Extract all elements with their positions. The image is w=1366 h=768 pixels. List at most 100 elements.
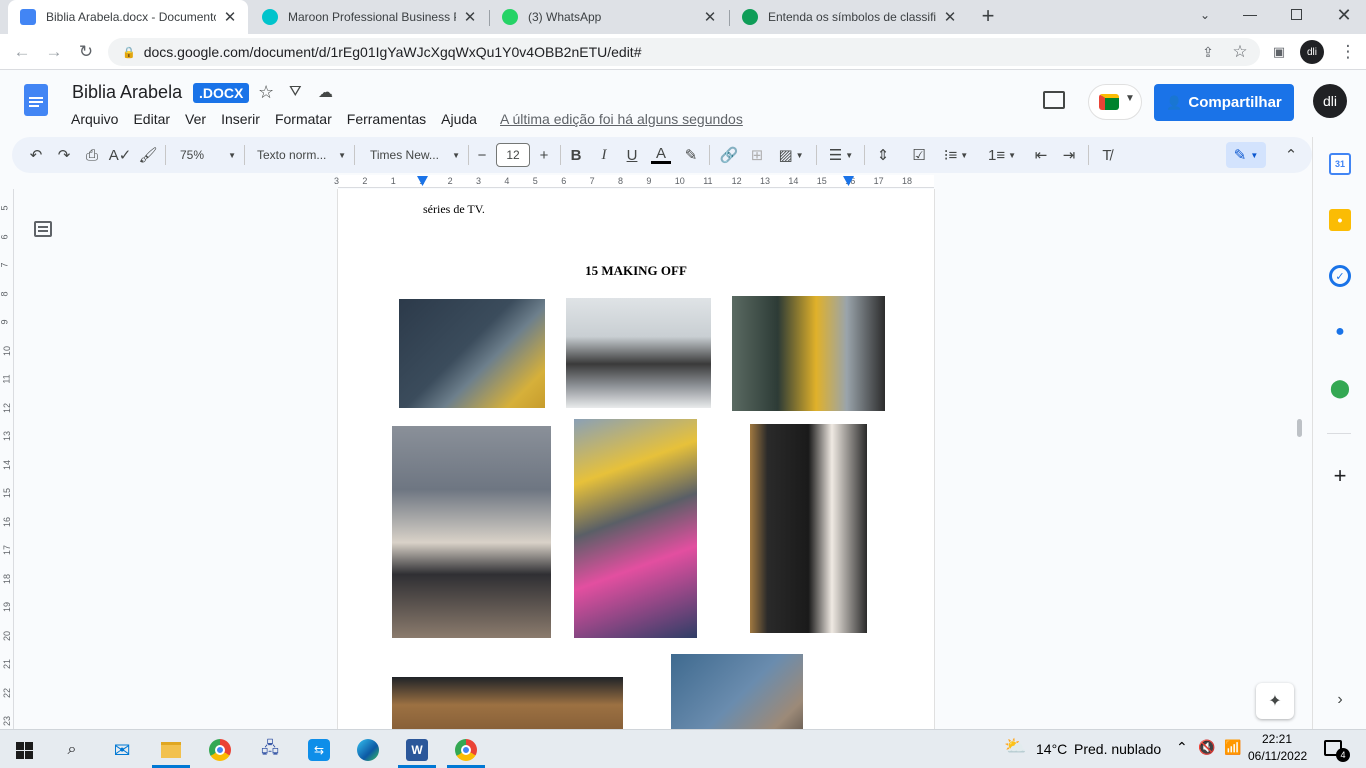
menu-ver[interactable]: Ver [185,111,206,127]
chrome-icon[interactable] [206,736,234,764]
new-tab-button[interactable]: + [976,4,1000,30]
spellcheck-icon[interactable]: A✓ [108,143,132,167]
collapse-menus-icon[interactable]: ⌃ [1280,143,1302,167]
style-select[interactable]: Texto norm... ▼ [252,143,346,167]
tab-classificacao[interactable]: Entenda os símbolos de classifica ✕ [730,0,968,34]
move-to-drive-icon[interactable]: ⛛ [289,83,302,100]
close-window-icon[interactable]: ✕ [1334,5,1354,25]
highlight-icon[interactable]: ✎ [680,143,702,167]
weather-temp[interactable]: 14°C [1036,741,1067,757]
url-field[interactable]: 🔒 docs.google.com/document/d/1rEg01IgYaW… [108,38,1260,66]
bulleted-list-icon[interactable]: ⁝≡ ▼ [938,143,974,167]
calendar-icon[interactable]: 31 [1329,153,1351,175]
volume-muted-icon[interactable]: 🔇 [1198,739,1215,756]
star-icon[interactable]: ☆ [258,82,274,103]
teamviewer-icon[interactable]: ⇆ [305,736,333,764]
document-title[interactable]: Biblia Arabela [72,82,182,103]
image-icon[interactable]: ▨ ▼ [774,143,808,167]
share-page-icon[interactable]: ⇪ [1196,40,1220,64]
increase-font-size-icon[interactable]: + [534,143,554,167]
comments-icon[interactable] [1043,91,1065,109]
clear-formatting-icon[interactable]: T̸ [1096,143,1118,167]
windows-start-icon[interactable] [10,736,38,764]
close-tab-icon[interactable]: ✕ [942,8,958,26]
align-icon[interactable]: ☰ ▼ [824,143,858,167]
contacts-icon[interactable]: ● [1329,321,1351,343]
tray-chevron-icon[interactable]: ⌃ [1176,739,1188,756]
photo-bags[interactable] [392,677,623,729]
tab-docs[interactable]: Biblia Arabela.docx - Documento ✕ [8,0,248,34]
menu-ajuda[interactable]: Ajuda [441,111,477,127]
reload-icon[interactable]: ↻ [74,40,98,64]
numbered-list-icon[interactable]: 1≡ ▼ [984,143,1020,167]
menu-ferramentas[interactable]: Ferramentas [347,111,426,127]
edge-icon[interactable] [354,736,382,764]
editing-mode-button[interactable]: ✎ ▼ [1226,142,1266,168]
menu-arquivo[interactable]: Arquivo [71,111,118,127]
redo-icon[interactable]: ↷ [52,143,76,167]
tab-search-icon[interactable]: ⌄ [1196,8,1214,26]
underline-icon[interactable]: U [622,143,642,167]
search-icon[interactable]: ⌕ [58,736,86,764]
weather-icon[interactable]: ⛅ [1004,736,1026,757]
minimize-icon[interactable] [1243,15,1257,16]
forward-icon[interactable]: → [42,40,66,64]
italic-icon[interactable]: I [594,143,614,167]
bold-icon[interactable]: B [566,143,586,167]
line-spacing-icon[interactable]: ⇕ [872,143,894,167]
outline-icon[interactable] [34,221,52,237]
restore-icon[interactable] [1291,9,1302,20]
link-icon[interactable]: 🔗 [718,143,740,167]
meet-button[interactable]: ▼ [1088,84,1142,120]
close-tab-icon[interactable]: ✕ [222,8,238,26]
tab-canva[interactable]: Maroon Professional Business Pa ✕ [250,0,488,34]
mail-icon[interactable]: ✉ [108,736,136,764]
share-button[interactable]: 👤 Compartilhar [1154,84,1294,121]
expand-panel-icon[interactable]: › [1329,689,1351,711]
last-edit-link[interactable]: A última edição foi há alguns segundos [500,111,743,127]
side-panel-icon[interactable]: ▣ [1267,40,1291,64]
file-explorer-icon[interactable] [157,736,185,764]
text-color-icon[interactable]: A [650,143,672,167]
chrome-profile-icon[interactable] [452,736,480,764]
clock-time[interactable]: 22:21 [1262,732,1292,746]
zoom-select[interactable]: 75% ▼ [172,143,236,167]
font-size-input[interactable]: 12 [496,143,530,167]
maps-icon[interactable]: ⬤ [1329,377,1351,399]
print-icon[interactable]: ⎙ [80,143,104,167]
keep-icon[interactable]: • [1329,209,1351,231]
account-avatar[interactable]: dli [1313,84,1347,118]
close-tab-icon[interactable]: ✕ [702,8,718,26]
photo-group-pose[interactable] [392,426,551,638]
menu-formatar[interactable]: Formatar [275,111,332,127]
decrease-indent-icon[interactable]: ⇤ [1030,143,1052,167]
photo-selfie[interactable] [574,419,697,638]
scrollbar-thumb[interactable] [1297,419,1302,437]
network-app-icon[interactable]: 🖧 [256,736,284,764]
cloud-status-icon[interactable]: ☁ [318,83,333,101]
tab-whatsapp[interactable]: (3) WhatsApp ✕ [490,0,728,34]
vertical-ruler[interactable]: 5 6 7 8 9 10 11 12 13 14 15 16 17 18 19 20 21 22 23 [0,189,14,729]
paint-format-icon[interactable]: 🖌 [136,143,160,167]
weather-text[interactable]: Pred. nublado [1074,741,1161,757]
photo-hallway[interactable] [732,296,885,411]
bookmark-star-icon[interactable]: ☆ [1228,40,1252,64]
word-icon[interactable]: W [403,736,431,764]
close-tab-icon[interactable]: ✕ [462,8,478,26]
menu-inserir[interactable]: Inserir [221,111,260,127]
photo-office-group[interactable] [566,298,711,408]
font-select[interactable]: Times New... ▼ [362,143,460,167]
clock-date[interactable]: 06/11/2022 [1248,749,1307,763]
wifi-icon[interactable]: 📶 [1224,739,1241,756]
docs-logo-icon[interactable] [24,84,48,116]
document-canvas[interactable]: séries de TV. 15 MAKING OFF ✦ [14,189,1310,729]
photo-actress-gloves[interactable] [750,424,867,633]
checklist-icon[interactable]: ☑ [908,143,930,167]
photo-bedroom[interactable] [671,654,803,729]
photo-filming[interactable] [399,299,545,408]
menu-editar[interactable]: Editar [133,111,170,127]
document-page[interactable]: séries de TV. 15 MAKING OFF [338,189,934,729]
tasks-icon[interactable]: ✓ [1329,265,1351,287]
explore-button[interactable]: ✦ [1256,683,1294,719]
add-addon-icon[interactable]: + [1329,463,1351,488]
